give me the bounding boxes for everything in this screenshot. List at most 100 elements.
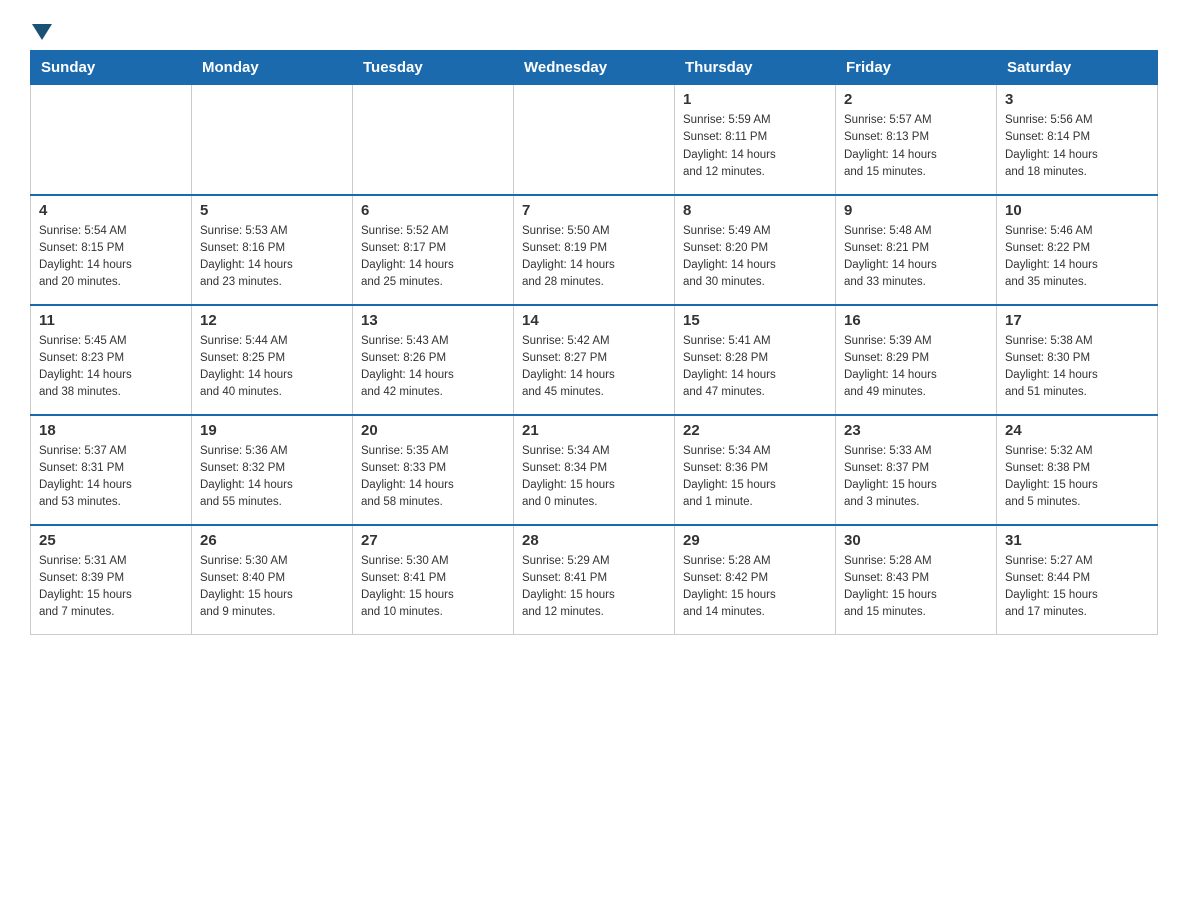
day-number: 31 <box>1005 532 1149 549</box>
day-info: Sunrise: 5:46 AMSunset: 8:22 PMDaylight:… <box>1005 223 1149 292</box>
day-info: Sunrise: 5:59 AMSunset: 8:11 PMDaylight:… <box>683 112 827 181</box>
day-number: 11 <box>39 312 183 329</box>
calendar-cell: 22 Sunrise: 5:34 AMSunset: 8:36 PMDayligh… <box>675 415 836 525</box>
day-number: 26 <box>200 532 344 549</box>
calendar-cell: 7Sunrise: 5:50 AMSunset: 8:19 PMDaylight… <box>514 195 675 305</box>
day-info: Sunrise: 5:28 AMSunset: 8:43 PMDaylight:… <box>844 553 988 622</box>
day-info: Sunrise: 5:28 AMSunset: 8:42 PMDaylight:… <box>683 553 827 622</box>
calendar-cell: 15 Sunrise: 5:41 AMSunset: 8:28 PMDayligh… <box>675 305 836 415</box>
day-number: 9 <box>844 202 988 219</box>
calendar-cell: 31Sunrise: 5:27 AMSunset: 8:44 PMDayligh… <box>997 525 1158 635</box>
day-info: Sunrise: 5:44 AMSunset: 8:25 PMDaylight:… <box>200 333 344 402</box>
calendar-cell: 20 Sunrise: 5:35 AMSunset: 8:33 PMDayligh… <box>353 415 514 525</box>
day-info: Sunrise: 5:52 AMSunset: 8:17 PMDaylight:… <box>361 223 505 292</box>
day-info: Sunrise: 5:35 AMSunset: 8:33 PMDaylight:… <box>361 443 505 512</box>
day-number: 7 <box>522 202 666 219</box>
calendar-cell <box>31 85 192 195</box>
calendar-header-row: SundayMondayTuesdayWednesdayThursdayFrid… <box>31 51 1158 85</box>
day-info: Sunrise: 5:43 AMSunset: 8:26 PMDaylight:… <box>361 333 505 402</box>
day-info: Sunrise: 5:41 AMSunset: 8:28 PMDaylight:… <box>683 333 827 402</box>
day-number: 18 <box>39 422 183 439</box>
column-header-sunday: Sunday <box>31 51 192 85</box>
calendar-week-row: 4 Sunrise: 5:54 AMSunset: 8:15 PMDaylight… <box>31 195 1158 305</box>
calendar-cell: 16Sunrise: 5:39 AMSunset: 8:29 PMDayligh… <box>836 305 997 415</box>
day-number: 13 <box>361 312 505 329</box>
calendar-week-row: 18 Sunrise: 5:37 AMSunset: 8:31 PMDayligh… <box>31 415 1158 525</box>
calendar-cell: 25Sunrise: 5:31 AMSunset: 8:39 PMDayligh… <box>31 525 192 635</box>
day-info: Sunrise: 5:57 AMSunset: 8:13 PMDaylight:… <box>844 112 988 181</box>
day-number: 5 <box>200 202 344 219</box>
calendar-cell: 1 Sunrise: 5:59 AMSunset: 8:11 PMDaylight… <box>675 85 836 195</box>
day-number: 4 <box>39 202 183 219</box>
calendar-cell: 6 Sunrise: 5:52 AMSunset: 8:17 PMDaylight… <box>353 195 514 305</box>
calendar-cell: 3 Sunrise: 5:56 AMSunset: 8:14 PMDaylight… <box>997 85 1158 195</box>
calendar-table: SundayMondayTuesdayWednesdayThursdayFrid… <box>30 50 1158 635</box>
day-info: Sunrise: 5:30 AMSunset: 8:41 PMDaylight:… <box>361 553 505 622</box>
column-header-friday: Friday <box>836 51 997 85</box>
calendar-week-row: 1 Sunrise: 5:59 AMSunset: 8:11 PMDaylight… <box>31 85 1158 195</box>
column-header-monday: Monday <box>192 51 353 85</box>
day-info: Sunrise: 5:34 AMSunset: 8:34 PMDaylight:… <box>522 443 666 512</box>
calendar-cell: 26 Sunrise: 5:30 AMSunset: 8:40 PMDayligh… <box>192 525 353 635</box>
day-info: Sunrise: 5:33 AMSunset: 8:37 PMDaylight:… <box>844 443 988 512</box>
day-number: 24 <box>1005 422 1149 439</box>
day-info: Sunrise: 5:31 AMSunset: 8:39 PMDaylight:… <box>39 553 183 622</box>
day-info: Sunrise: 5:36 AMSunset: 8:32 PMDaylight:… <box>200 443 344 512</box>
day-number: 27 <box>361 532 505 549</box>
day-number: 28 <box>522 532 666 549</box>
day-number: 14 <box>522 312 666 329</box>
calendar-cell: 19 Sunrise: 5:36 AMSunset: 8:32 PMDayligh… <box>192 415 353 525</box>
calendar-cell: 18 Sunrise: 5:37 AMSunset: 8:31 PMDayligh… <box>31 415 192 525</box>
calendar-cell: 23 Sunrise: 5:33 AMSunset: 8:37 PMDayligh… <box>836 415 997 525</box>
calendar-cell: 27 Sunrise: 5:30 AMSunset: 8:41 PMDayligh… <box>353 525 514 635</box>
day-number: 17 <box>1005 312 1149 329</box>
calendar-cell <box>353 85 514 195</box>
column-header-tuesday: Tuesday <box>353 51 514 85</box>
day-number: 29 <box>683 532 827 549</box>
calendar-cell: 17Sunrise: 5:38 AMSunset: 8:30 PMDayligh… <box>997 305 1158 415</box>
day-number: 19 <box>200 422 344 439</box>
day-number: 22 <box>683 422 827 439</box>
day-info: Sunrise: 5:42 AMSunset: 8:27 PMDaylight:… <box>522 333 666 402</box>
calendar-cell <box>514 85 675 195</box>
calendar-cell: 10 Sunrise: 5:46 AMSunset: 8:22 PMDayligh… <box>997 195 1158 305</box>
page-header <box>30 20 1158 40</box>
day-info: Sunrise: 5:56 AMSunset: 8:14 PMDaylight:… <box>1005 112 1149 181</box>
calendar-week-row: 25Sunrise: 5:31 AMSunset: 8:39 PMDayligh… <box>31 525 1158 635</box>
day-info: Sunrise: 5:29 AMSunset: 8:41 PMDaylight:… <box>522 553 666 622</box>
column-header-saturday: Saturday <box>997 51 1158 85</box>
calendar-cell: 11 Sunrise: 5:45 AMSunset: 8:23 PMDayligh… <box>31 305 192 415</box>
column-header-wednesday: Wednesday <box>514 51 675 85</box>
day-info: Sunrise: 5:32 AMSunset: 8:38 PMDaylight:… <box>1005 443 1149 512</box>
logo <box>30 20 52 40</box>
calendar-cell: 4 Sunrise: 5:54 AMSunset: 8:15 PMDaylight… <box>31 195 192 305</box>
day-info: Sunrise: 5:48 AMSunset: 8:21 PMDaylight:… <box>844 223 988 292</box>
day-number: 15 <box>683 312 827 329</box>
day-number: 2 <box>844 91 988 108</box>
calendar-cell: 14 Sunrise: 5:42 AMSunset: 8:27 PMDayligh… <box>514 305 675 415</box>
day-info: Sunrise: 5:34 AMSunset: 8:36 PMDaylight:… <box>683 443 827 512</box>
calendar-cell: 9 Sunrise: 5:48 AMSunset: 8:21 PMDaylight… <box>836 195 997 305</box>
column-header-thursday: Thursday <box>675 51 836 85</box>
calendar-cell: 28 Sunrise: 5:29 AMSunset: 8:41 PMDayligh… <box>514 525 675 635</box>
calendar-cell: 30Sunrise: 5:28 AMSunset: 8:43 PMDayligh… <box>836 525 997 635</box>
day-number: 6 <box>361 202 505 219</box>
day-info: Sunrise: 5:39 AMSunset: 8:29 PMDaylight:… <box>844 333 988 402</box>
day-info: Sunrise: 5:54 AMSunset: 8:15 PMDaylight:… <box>39 223 183 292</box>
day-number: 3 <box>1005 91 1149 108</box>
calendar-cell: 5Sunrise: 5:53 AMSunset: 8:16 PMDaylight… <box>192 195 353 305</box>
day-info: Sunrise: 5:45 AMSunset: 8:23 PMDaylight:… <box>39 333 183 402</box>
calendar-cell: 24 Sunrise: 5:32 AMSunset: 8:38 PMDayligh… <box>997 415 1158 525</box>
calendar-cell: 13 Sunrise: 5:43 AMSunset: 8:26 PMDayligh… <box>353 305 514 415</box>
day-info: Sunrise: 5:37 AMSunset: 8:31 PMDaylight:… <box>39 443 183 512</box>
day-number: 12 <box>200 312 344 329</box>
day-number: 1 <box>683 91 827 108</box>
day-number: 21 <box>522 422 666 439</box>
day-number: 23 <box>844 422 988 439</box>
day-number: 10 <box>1005 202 1149 219</box>
day-info: Sunrise: 5:49 AMSunset: 8:20 PMDaylight:… <box>683 223 827 292</box>
calendar-cell <box>192 85 353 195</box>
logo-arrow-icon <box>32 24 52 40</box>
day-info: Sunrise: 5:30 AMSunset: 8:40 PMDaylight:… <box>200 553 344 622</box>
day-number: 20 <box>361 422 505 439</box>
